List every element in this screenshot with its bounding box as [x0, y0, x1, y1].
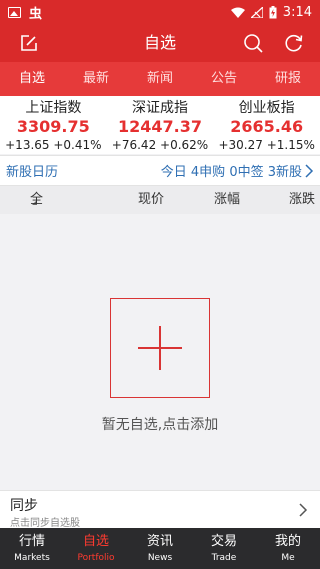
- content-tabs: 自选 最新 新闻 公告 研报: [0, 62, 320, 96]
- chevron-right-icon: [305, 163, 314, 178]
- column-price[interactable]: 现价: [138, 186, 164, 214]
- empty-watchlist: 暂无自选,点击添加: [0, 214, 320, 490]
- index-name: 上证指数: [25, 100, 82, 116]
- sync-row[interactable]: 同步 点击同步自选股: [0, 490, 320, 529]
- signal-off-icon: [250, 6, 263, 18]
- index-shanghai[interactable]: 上证指数 3309.75 +13.65 +0.41%: [0, 96, 107, 154]
- tab-latest[interactable]: 最新: [64, 62, 128, 96]
- ipo-calendar-title: 新股日历: [6, 165, 59, 180]
- nav-sublabel: Trade: [211, 553, 237, 563]
- chevron-right-icon: [299, 503, 308, 517]
- search-icon[interactable]: [242, 32, 264, 54]
- add-stock-button[interactable]: [110, 298, 210, 398]
- sync-title: 同步: [10, 498, 38, 514]
- app-bar: 自选: [0, 24, 320, 62]
- battery-charging-icon: [269, 5, 277, 18]
- nav-label: 交易: [210, 534, 237, 549]
- nav-sublabel: Markets: [14, 553, 50, 563]
- column-change-pct[interactable]: 涨幅: [214, 186, 240, 214]
- clock: 3:14: [282, 4, 312, 20]
- tab-announcements[interactable]: 公告: [192, 62, 256, 96]
- status-bar: 虫 3:14: [0, 0, 320, 24]
- nav-sublabel: Me: [281, 553, 295, 563]
- nav-news[interactable]: 资讯 News: [128, 528, 192, 569]
- nav-label: 自选: [82, 534, 109, 549]
- nav-label: 行情: [18, 534, 45, 549]
- column-all[interactable]: 全部: [30, 186, 43, 235]
- nav-markets[interactable]: 行情 Markets: [0, 528, 64, 569]
- nav-sublabel: Portfolio: [77, 553, 115, 563]
- index-value: 2665.46: [230, 117, 304, 136]
- index-shenzhen[interactable]: 深证成指 12447.37 +76.42 +0.62%: [107, 96, 214, 154]
- nav-label: 资讯: [146, 534, 173, 549]
- wifi-icon: [230, 7, 245, 18]
- nav-me[interactable]: 我的 Me: [256, 528, 320, 569]
- tab-research[interactable]: 研报: [256, 62, 320, 96]
- tab-portfolio[interactable]: 自选: [0, 62, 64, 96]
- index-change: +30.27 +1.15%: [218, 138, 315, 152]
- bottom-nav: 行情 Markets 自选 Portfolio 资讯 News 交易 Trade…: [0, 528, 320, 569]
- app-notification-icon: 虫: [29, 6, 43, 22]
- market-indices: 上证指数 3309.75 +13.65 +0.41% 深证成指 12447.37…: [0, 96, 320, 154]
- nav-trade[interactable]: 交易 Trade: [192, 528, 256, 569]
- image-notification-icon: [8, 6, 21, 18]
- empty-message[interactable]: 暂无自选,点击添加: [0, 414, 320, 434]
- index-chinext[interactable]: 创业板指 2665.46 +30.27 +1.15%: [213, 96, 320, 154]
- index-value: 12447.37: [118, 117, 203, 136]
- ipo-summary: 今日 4申购 0中签 3新股: [160, 165, 302, 180]
- list-column-header: 全部 现价 涨幅 涨跌: [0, 186, 320, 235]
- column-change-amt[interactable]: 涨跌: [289, 186, 315, 214]
- index-change: +76.42 +0.62%: [111, 138, 209, 152]
- index-name: 深证成指: [132, 100, 188, 116]
- plus-icon: [138, 326, 182, 370]
- nav-sublabel: News: [147, 553, 173, 563]
- index-change: +13.65 +0.41%: [5, 138, 102, 152]
- index-name: 创业板指: [238, 100, 295, 116]
- nav-label: 我的: [274, 534, 301, 549]
- ipo-calendar-row[interactable]: 新股日历 今日 4申购 0中签 3新股: [0, 155, 320, 186]
- sync-subtitle: 点击同步自选股: [10, 518, 80, 529]
- tab-news[interactable]: 新闻: [128, 62, 192, 96]
- refresh-icon[interactable]: [283, 32, 305, 54]
- index-value: 3309.75: [16, 117, 90, 136]
- nav-portfolio[interactable]: 自选 Portfolio: [64, 528, 128, 569]
- page-title: 自选: [143, 33, 176, 52]
